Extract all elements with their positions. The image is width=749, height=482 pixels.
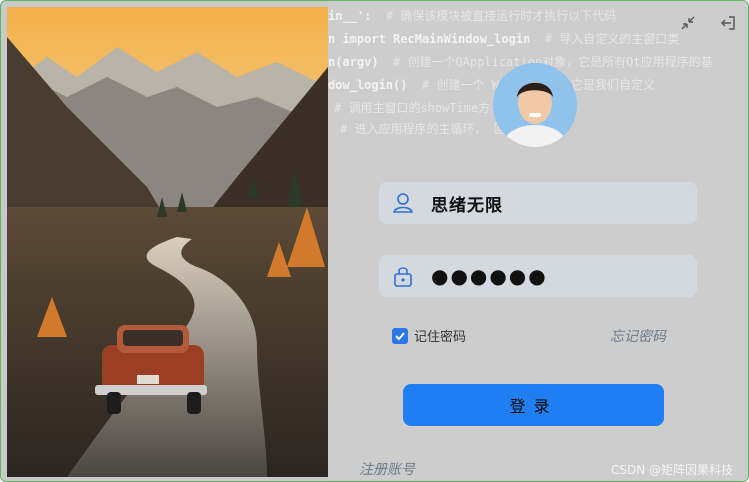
user-icon: [391, 191, 415, 215]
code-comment: # 导入自定义的主窗口类: [544, 32, 680, 46]
remember-checkbox[interactable]: [392, 327, 408, 344]
code-line: in__':: [328, 9, 372, 23]
code-line: dow_login(): [328, 78, 408, 92]
username-value: 思绪无限: [431, 195, 503, 216]
remember-password[interactable]: 记住密码: [392, 326, 466, 345]
register-link[interactable]: 注册账号: [359, 459, 415, 479]
collapse-icon[interactable]: [678, 13, 698, 33]
login-form-panel: in__': # 确保该模块被直接运行时才执行以下代码 n import Rec…: [328, 1, 748, 481]
forgot-password-link[interactable]: 忘记密码: [610, 326, 666, 346]
lock-icon: [391, 264, 415, 288]
code-comment: # 确保该模块被直接运行时才执行以下代码: [385, 9, 617, 23]
remember-label: 记住密码: [414, 330, 467, 345]
password-value: ●●●●●●: [431, 264, 548, 288]
logout-icon[interactable]: [718, 13, 738, 33]
watermark: CSDN @矩阵因果科技: [611, 463, 734, 477]
code-line: n import RecMainWindow_login: [328, 32, 531, 46]
window-controls: [678, 13, 738, 33]
avatar: [493, 63, 577, 147]
password-field[interactable]: ●●●●●●: [379, 255, 697, 297]
login-button[interactable]: 登录: [403, 384, 664, 426]
login-window: in__': # 确保该模块被直接运行时才执行以下代码 n import Rec…: [0, 0, 749, 482]
username-field[interactable]: 思绪无限: [379, 182, 697, 224]
code-line: n(argv): [328, 55, 379, 69]
scenic-image: [7, 7, 328, 477]
